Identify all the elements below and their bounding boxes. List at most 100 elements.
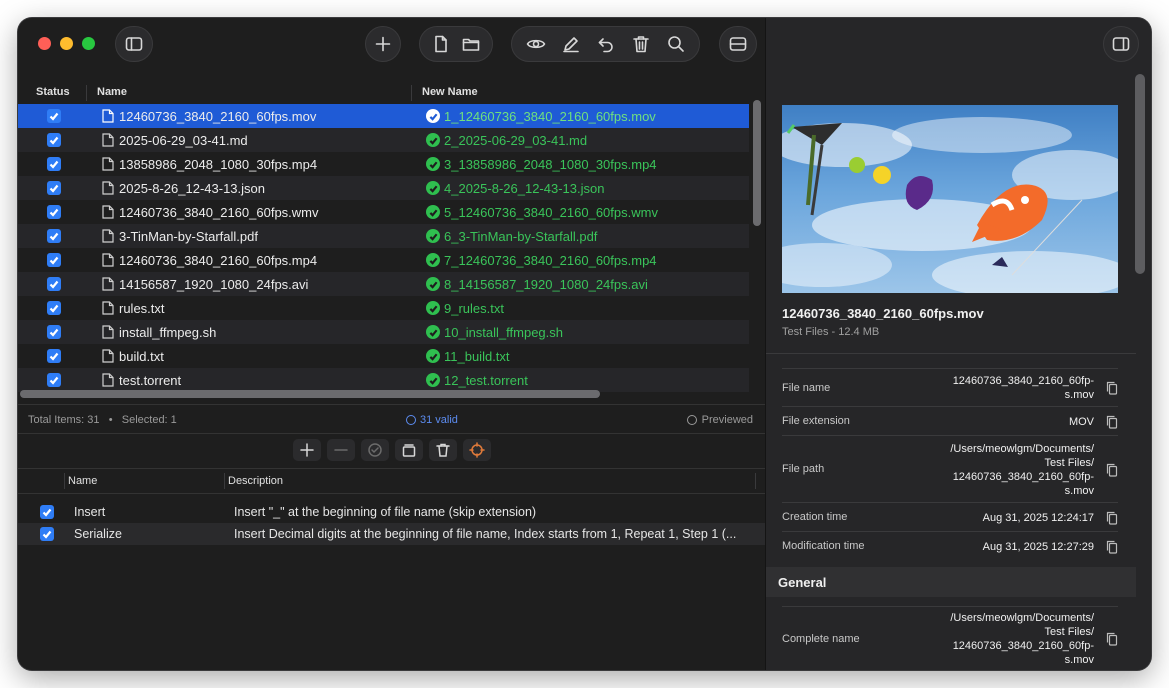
column-new-name[interactable]: New Name <box>422 86 478 98</box>
section-header-general[interactable]: General <box>766 567 1136 597</box>
status-checkbox[interactable] <box>47 349 61 363</box>
status-checkbox[interactable] <box>47 373 61 387</box>
toggle-inspector-button[interactable] <box>1103 26 1139 62</box>
column-name[interactable]: Name <box>97 86 127 98</box>
duplicate-rule-button[interactable] <box>394 439 423 461</box>
status-checkbox[interactable] <box>47 277 61 291</box>
document-icon <box>102 133 114 147</box>
section-title: General <box>778 575 827 590</box>
toggle-rule-button[interactable] <box>360 439 389 461</box>
copy-icon[interactable] <box>1106 511 1118 525</box>
undo-icon[interactable] <box>593 31 619 57</box>
rule-checkbox[interactable] <box>40 527 54 541</box>
delete-rule-button[interactable] <box>428 439 457 461</box>
new-file-name: 9_rules.txt <box>444 301 504 316</box>
status-checkbox[interactable] <box>47 301 61 315</box>
folder-icon[interactable] <box>458 31 484 57</box>
status-checkbox[interactable] <box>47 181 61 195</box>
status-checkbox[interactable] <box>47 229 61 243</box>
eye-icon[interactable] <box>523 31 549 57</box>
toggle-split-button[interactable] <box>719 26 757 62</box>
column-divider[interactable] <box>86 85 87 101</box>
table-row[interactable]: 12460736_3840_2160_60fps.mp4 7_12460736_3… <box>18 248 749 272</box>
previewed-status[interactable]: Previewed <box>686 414 753 426</box>
preview-file-subtitle: Test Files - 12.4 MB <box>782 326 880 338</box>
file-name: build.txt <box>119 349 164 364</box>
copy-icon[interactable] <box>1106 632 1118 646</box>
property-value-line: 12460736_3840_2160_60fp- <box>952 375 1094 387</box>
close-window-button[interactable] <box>38 37 51 50</box>
checkmark-circle-icon <box>426 277 440 291</box>
rule-checkbox[interactable] <box>40 505 54 519</box>
checkmark-circle-icon <box>367 443 382 457</box>
zoom-window-button[interactable] <box>82 37 95 50</box>
table-row[interactable]: 2025-06-29_03-41.md 2_2025-06-29_03-41.md <box>18 128 749 152</box>
copy-icon[interactable] <box>1106 415 1118 429</box>
rule-name: Serialize <box>74 527 122 541</box>
status-checkbox[interactable] <box>47 325 61 339</box>
table-row[interactable]: 12460736_3840_2160_60fps.mov 1_12460736_3… <box>18 104 749 128</box>
horizontal-scrollbar[interactable] <box>18 388 765 400</box>
add-rule-button[interactable] <box>292 439 321 461</box>
status-checkbox[interactable] <box>47 157 61 171</box>
table-row[interactable]: 14156587_1920_1080_24fps.avi 8_14156587_1… <box>18 272 749 296</box>
copy-icon[interactable] <box>1106 540 1118 554</box>
table-row[interactable]: 2025-8-26_12-43-13.json 4_2025-8-26_12-43… <box>18 176 749 200</box>
minimize-window-button[interactable] <box>60 37 73 50</box>
rules-column-description[interactable]: Description <box>228 475 283 487</box>
action-group <box>511 26 700 62</box>
inspector-pane: 12460736_3840_2160_60fps.mov Test Files … <box>765 18 1151 670</box>
status-bar: Total Items: 31 • Selected: 1 31 valid P… <box>18 404 765 434</box>
checkmark-circle-icon <box>426 133 440 147</box>
document-icon[interactable] <box>428 31 454 57</box>
scrollbar-thumb[interactable] <box>20 390 600 398</box>
status-checkbox[interactable] <box>47 133 61 147</box>
table-row[interactable]: install_ffmpeg.sh 10_install_ffmpeg.sh <box>18 320 749 344</box>
inspector-scrollbar[interactable] <box>1135 74 1145 274</box>
checkmark-circle-icon <box>426 253 440 267</box>
table-row[interactable]: 13858986_2048_1080_30fps.mp4 3_13858986_2… <box>18 152 749 176</box>
status-checkbox[interactable] <box>47 205 61 219</box>
copy-icon[interactable] <box>1106 381 1118 395</box>
table-row[interactable]: 12460736_3840_2160_60fps.wmv 5_12460736_3… <box>18 200 749 224</box>
column-status[interactable]: Status <box>36 86 70 98</box>
pencil-icon[interactable] <box>558 31 584 57</box>
status-checkbox[interactable] <box>47 109 61 123</box>
file-name: 13858986_2048_1080_30fps.mp4 <box>119 157 318 172</box>
column-divider[interactable] <box>755 473 756 489</box>
toggle-sidebar-button[interactable] <box>115 26 153 62</box>
document-icon <box>102 205 114 219</box>
trash-icon[interactable] <box>628 31 654 57</box>
property-key: File path <box>782 463 825 475</box>
rule-row[interactable]: Insert Insert "_" at the beginning of fil… <box>18 501 765 523</box>
search-icon[interactable] <box>663 31 689 57</box>
inspector-icon <box>1112 37 1130 51</box>
table-row[interactable]: 3-TinMan-by-Starfall.pdf 6_3-TinMan-by-St… <box>18 224 749 248</box>
rule-description: Insert "_" at the beginning of file name… <box>234 505 537 519</box>
checkmark-circle-icon <box>426 181 440 195</box>
add-files-button[interactable] <box>365 26 401 62</box>
table-row[interactable]: build.txt 11_build.txt <box>18 344 749 368</box>
rule-row[interactable]: Serialize Insert Decimal digits at the be… <box>18 523 765 545</box>
plus-icon <box>370 31 396 57</box>
new-file-name: 4_2025-8-26_12-43-13.json <box>444 181 605 196</box>
new-file-name: 5_12460736_3840_2160_60fps.wmv <box>444 205 658 220</box>
property-value-line: s.mov <box>1064 654 1094 666</box>
column-divider[interactable] <box>224 473 225 489</box>
column-divider[interactable] <box>411 85 412 101</box>
rules-column-name[interactable]: Name <box>68 475 97 487</box>
property-value-line: s.mov <box>1064 389 1094 401</box>
remove-rule-button[interactable] <box>326 439 355 461</box>
copy-icon[interactable] <box>1106 463 1118 477</box>
property-value-line: s.mov <box>1064 484 1094 497</box>
target-rule-button[interactable] <box>462 439 491 461</box>
file-name: 14156587_1920_1080_24fps.avi <box>119 277 309 292</box>
preview-image <box>782 105 1118 293</box>
status-checkbox[interactable] <box>47 253 61 267</box>
table-row[interactable]: rules.txt 9_rules.txt <box>18 296 749 320</box>
vertical-scrollbar[interactable] <box>751 100 763 400</box>
valid-status[interactable]: 31 valid <box>406 414 458 426</box>
scrollbar-thumb[interactable] <box>753 100 761 226</box>
property-value-line: MOV <box>1068 415 1094 428</box>
column-divider[interactable] <box>64 473 65 489</box>
